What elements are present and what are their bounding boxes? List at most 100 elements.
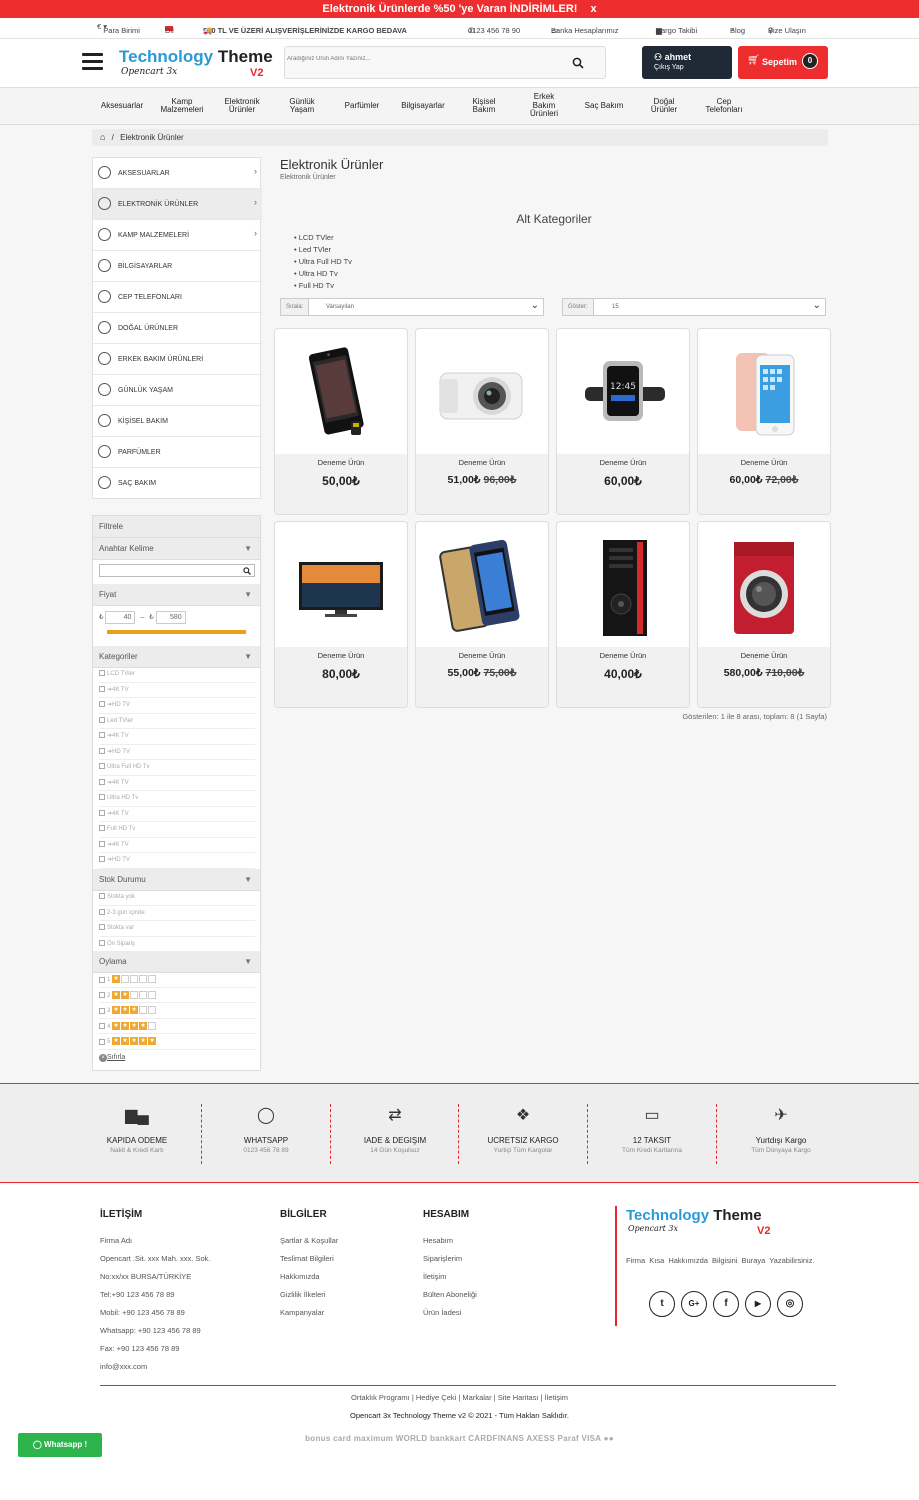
nav-item-parfumler[interactable]: Parfümler [332,88,392,124]
logo[interactable]: Technology Theme Opencart 3x V2 [119,47,273,79]
subcategory-link[interactable]: LCD TVler [299,232,352,244]
nav-item-erkek[interactable]: Erkek Bakım Ürünleri [514,88,574,124]
checkbox[interactable] [99,809,105,816]
checkbox[interactable] [99,732,105,739]
footer-link[interactable]: Kampanyalar [280,1304,338,1322]
product-image-tv[interactable] [285,532,397,642]
checkbox[interactable] [99,1038,105,1045]
checkbox[interactable] [99,825,105,832]
product-card[interactable]: 12:45 Deneme Ürün 60,00₺ [556,328,690,515]
subcategory-link[interactable]: Ultra Full HD Tv [299,256,352,268]
nav-item-cep[interactable]: Cep Telefonları [694,88,754,124]
logout-link[interactable]: Çıkış Yap [654,64,684,71]
checkbox[interactable] [99,670,105,677]
product-name[interactable]: Deneme Ürün [698,651,830,660]
nav-item-elektronik[interactable]: Elektronik Ürünler [212,88,272,124]
checkbox[interactable] [99,924,105,931]
nav-item-aksesuarlar[interactable]: Aksesuarlar [92,88,152,124]
sidebar-item-parfumler[interactable]: PARFÜMLER [93,437,262,468]
google-plus-icon[interactable]: G+ [681,1291,707,1317]
checkbox[interactable] [99,1023,105,1029]
product-name[interactable]: Deneme Ürün [416,458,548,467]
product-image-phone-case[interactable] [426,532,538,642]
sidebar-item-kamp[interactable]: KAMP MALZEMELERİ › [93,220,262,251]
category-checkbox[interactable]: ➔HD TV [99,853,255,869]
product-card[interactable]: Deneme Ürün 60,00₺ 72,00₺ [697,328,831,515]
keyword-filter-header[interactable]: Anahtar Kelime ▼ [93,538,260,560]
checkbox[interactable] [99,840,105,847]
category-checkbox[interactable]: Full HD Tv [99,822,255,838]
nav-item-gunluk[interactable]: Günlük Yaşam [272,88,332,124]
product-card[interactable]: Deneme Ürün 40,00₺ [556,521,690,708]
product-card[interactable]: Deneme Ürün 80,00₺ [274,521,408,708]
checkbox[interactable] [99,701,105,708]
checkbox[interactable] [99,794,105,801]
category-checkbox[interactable]: ➔HD TV [99,698,255,714]
nav-item-bilgisayarlar[interactable]: Bilgisayarlar [392,88,454,124]
category-checkbox[interactable]: Led TVler [99,714,255,729]
price-min-input[interactable]: 40 [105,611,136,624]
stock-checkbox[interactable]: Stokta var [99,921,255,937]
checkbox[interactable] [99,939,105,946]
product-name[interactable]: Deneme Ürün [275,651,407,660]
home-icon[interactable]: ⌂ [100,132,105,142]
rating-checkbox[interactable]: 4 ★ ★ ★ ★ ★ [99,1019,255,1034]
category-checkbox[interactable]: ➔HD TV [99,745,255,760]
stock-checkbox[interactable]: Ön Sipariş [99,937,255,952]
checkbox[interactable] [99,976,105,983]
breadcrumb-current[interactable]: Elektronik Ürünler [120,133,184,142]
nav-item-kamp[interactable]: Kamp Malzemeleri [152,88,212,124]
twitter-icon[interactable]: t [649,1291,675,1317]
sidebar-item-erkek[interactable]: ERKEK BAKIM ÜRÜNLERİ [93,344,262,375]
rating-checkbox[interactable]: 5 ★ ★ ★ ★ ★ [99,1034,255,1050]
footer-link[interactable]: İletişim [423,1268,477,1286]
whatsapp-button[interactable]: ◯ Whatsapp ! [18,1433,102,1457]
checkbox[interactable] [99,992,105,998]
category-checkbox[interactable]: ➔4K TV [99,807,255,822]
product-card[interactable]: Deneme Ürün 580,00₺ 710,00₺ [697,521,831,708]
product-name[interactable]: Deneme Ürün [557,651,689,660]
instagram-icon[interactable]: ◎ [777,1291,803,1317]
sidebar-item-aksesuarlar[interactable]: AKSESUARLAR › [93,158,262,189]
footer-link[interactable]: Bülten Aboneliği [423,1286,477,1304]
footer-link[interactable]: Ürün İadesi [423,1304,477,1322]
sidebar-item-kisisel[interactable]: KİŞİSEL BAKIM [93,406,262,437]
sort-select[interactable]: Sırala: Varsayılan ⌄ [280,298,544,316]
categories-filter-header[interactable]: Kategoriler ▼ [93,646,260,668]
search-icon[interactable] [572,57,584,69]
subcategory-link[interactable]: Ultra HD Tv [299,268,352,280]
category-checkbox[interactable]: LCD TVler [99,667,255,683]
price-slider[interactable] [107,630,246,634]
product-card[interactable]: Deneme Ürün 55,00₺ 75,00₺ [415,521,549,708]
category-checkbox[interactable]: ➔4K TV [99,729,255,745]
category-checkbox[interactable]: ➔4K TV [99,838,255,853]
product-image-washer[interactable] [708,532,820,642]
rating-checkbox[interactable]: 1 ★ ★ ★ ★ ★ [99,972,255,988]
rating-checkbox[interactable]: 2 ★ ★ ★ ★ ★ [99,988,255,1003]
product-name[interactable]: Deneme Ürün [698,458,830,467]
nav-item-dogal[interactable]: Doğal Ürünler [634,88,694,124]
rating-filter-header[interactable]: Oylama ▼ [93,951,260,973]
price-max-input[interactable]: 580 [155,611,186,624]
stock-checkbox[interactable]: Stokta yok [99,890,255,906]
reset-filter-button[interactable]: × Sıfırla [99,1054,125,1062]
nav-item-kisisel[interactable]: Kişisel Bakım [454,88,514,124]
subcategory-link[interactable]: Led TVler [299,244,352,256]
checkbox[interactable] [99,856,105,863]
category-checkbox[interactable]: Ultra Full HD Tv [99,760,255,776]
cart-button[interactable]: 🛒︎ Sepetim 0 [738,46,828,79]
search-input[interactable] [287,56,547,62]
product-image-pc-case[interactable] [567,532,679,642]
contact-line[interactable]: info@xxx.com [100,1358,210,1376]
stock-checkbox[interactable]: 2-3 gün içinde [99,906,255,921]
checkbox[interactable] [99,747,105,754]
footer-link[interactable]: Gizlilik İlkeleri [280,1286,338,1304]
category-checkbox[interactable]: ➔4K TV [99,683,255,698]
facebook-icon[interactable]: f [713,1291,739,1317]
product-image-camera[interactable] [426,339,538,449]
user-account-button[interactable]: ⚇ ahmet Çıkış Yap [642,46,732,79]
checkbox[interactable] [99,1007,105,1014]
promo-close-button[interactable]: x [591,3,597,15]
price-filter-header[interactable]: Fiyat ▼ [93,584,260,606]
menu-icon[interactable] [82,53,103,71]
